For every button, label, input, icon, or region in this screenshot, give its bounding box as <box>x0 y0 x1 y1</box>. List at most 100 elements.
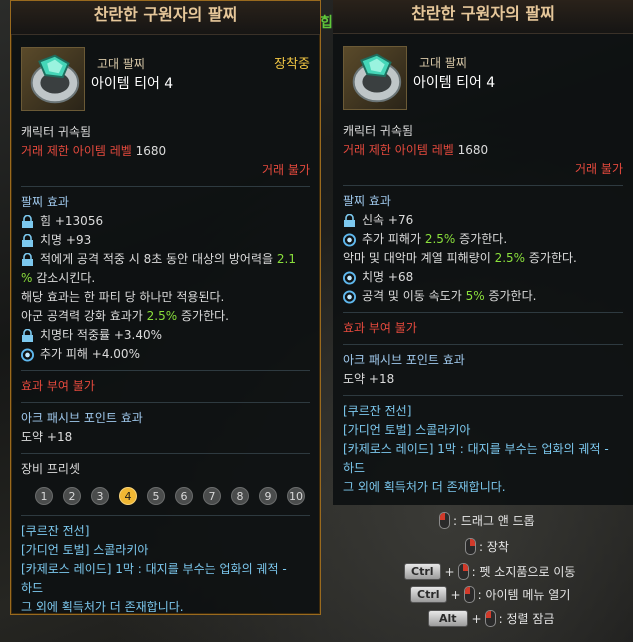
ctrl-key-icon: Ctrl <box>404 563 441 580</box>
item-level-value: 1680 <box>457 143 489 157</box>
item-level-line: 거래 제한 아이템 레벨 1680 <box>21 142 310 161</box>
ark-value: 도약 +18 <box>21 430 73 444</box>
alt-key-icon: Alt <box>428 610 468 627</box>
hint-menu-open: Ctrl + : 아이템 메뉴 열기 <box>406 586 570 603</box>
hint-equip: : 장착 <box>462 538 509 555</box>
effect-row: 힘 +13056 <box>21 212 310 231</box>
trade-status: 거래 불가 <box>575 162 623 176</box>
divider <box>21 186 310 187</box>
no-grant: 효과 부여 불가 <box>343 321 417 335</box>
preset-button[interactable]: 7 <box>203 487 221 505</box>
effect-text: 공격 및 이동 속도가 5% 증가한다. <box>362 289 537 303</box>
effect-text: 적에게 공격 적중 시 8초 동안 대상의 방어력을 2.1 <box>40 252 296 266</box>
bound-text: 캐릭터 귀속됨 <box>21 125 92 139</box>
item-level-value: 1680 <box>135 144 167 158</box>
item-tier: 아이템 티어 4 <box>413 75 496 91</box>
divider <box>21 370 310 371</box>
mouse-left-icon <box>439 512 450 529</box>
source-more: 그 외에 획득처가 더 존재합니다. <box>21 600 184 614</box>
item-grade: 고대 팔찌 <box>97 57 145 71</box>
effect-text: 악마 및 대악마 계열 피해량이 2.5% 증가한다. <box>343 251 577 265</box>
mouse-left-icon <box>484 610 496 627</box>
preset-button[interactable]: 9 <box>259 487 277 505</box>
source-item: [쿠르잔 전선] <box>21 524 90 538</box>
hint-drag: : 드래그 앤 드롭 <box>436 512 535 529</box>
ark-value: 도약 +18 <box>343 372 395 386</box>
swirl-icon <box>343 271 356 284</box>
item-level-label: 거래 제한 아이템 레벨 <box>343 143 454 157</box>
source-item: [가디언 토벌] 스콜라키아 <box>343 423 471 437</box>
item-tooltip-compare: 찬란한 구원자의 팔찌 고대 팔찌 아이템 티어 4 캐릭터 귀속됨 거래 제한… <box>333 0 633 505</box>
lock-icon <box>22 328 33 342</box>
divider <box>343 344 623 345</box>
effect-text: 추가 피해 +4.00% <box>40 347 140 361</box>
swirl-icon <box>343 233 356 246</box>
preset-button[interactable]: 2 <box>63 487 81 505</box>
effect-text: 힘 +13056 <box>40 214 104 228</box>
effect-header: 팔찌 효과 <box>343 194 391 208</box>
effect-text: 치명 +68 <box>362 270 414 284</box>
ctrl-key-icon: Ctrl <box>410 586 447 603</box>
source-item: [카제로스 레이드] 1막 : 대지를 부수는 업화의 궤적 - <box>21 562 287 576</box>
item-level-line: 거래 제한 아이템 레벨 1680 <box>343 141 623 160</box>
effect-row: 추가 피해 +4.00% <box>21 345 310 364</box>
no-grant: 효과 부여 불가 <box>21 379 95 393</box>
effect-text: 치명 +93 <box>40 233 92 247</box>
effect-row: 적에게 공격 적중 시 8초 동안 대상의 방어력을 2.1 <box>21 250 310 269</box>
source-item: [가디언 토벌] 스콜라키아 <box>21 543 149 557</box>
preset-label: 장비 프리셋 <box>21 462 81 476</box>
lock-icon <box>344 213 355 227</box>
swirl-icon <box>21 348 34 361</box>
effect-text-cont: % 감소시킨다. <box>21 271 96 285</box>
item-header: 고대 팔찌 아이템 티어 4 장착중 <box>19 43 312 115</box>
divider <box>343 312 623 313</box>
divider <box>21 402 310 403</box>
item-header: 고대 팔찌 아이템 티어 4 <box>341 42 625 114</box>
effect-row: 공격 및 이동 속도가 5% 증가한다. <box>343 287 623 306</box>
ally-effect: 아군 공격력 강화 효과가 2.5% 증가한다. <box>21 309 229 323</box>
preset-button[interactable]: 10 <box>287 487 305 505</box>
effect-row: 치명 +93 <box>21 231 310 250</box>
preset-button-active[interactable]: 4 <box>119 487 137 505</box>
source-item: [카제로스 레이드] 1막 : 대지를 부수는 업화의 궤적 - <box>343 442 609 456</box>
effect-text: 추가 피해가 2.5% 증가한다. <box>362 232 508 246</box>
bound-text: 캐릭터 귀속됨 <box>343 124 414 138</box>
ark-header: 아크 패시브 포인트 효과 <box>343 353 465 367</box>
preset-button[interactable]: 8 <box>231 487 249 505</box>
item-level-label: 거래 제한 아이템 레벨 <box>21 144 132 158</box>
equipped-badge: 장착중 <box>274 57 310 72</box>
item-tooltip-equipped: 찬란한 구원자의 팔찌 고대 팔찌 아이템 티어 4 장착중 캐릭터 귀속됨 거… <box>10 0 321 615</box>
effect-text: 치명타 적중률 +3.40% <box>40 328 163 342</box>
source-item: [쿠르잔 전선] <box>343 404 412 418</box>
effect-text: 신속 +76 <box>362 213 414 227</box>
trade-status: 거래 불가 <box>262 163 310 177</box>
hint-pet-move: Ctrl + : 펫 소지품으로 이동 <box>400 563 575 580</box>
mouse-left-icon <box>463 586 475 603</box>
lock-icon <box>22 252 33 266</box>
effect-row: 추가 피해가 2.5% 증가한다. <box>343 230 623 249</box>
preset-button[interactable]: 1 <box>35 487 53 505</box>
divider <box>21 515 310 516</box>
swirl-icon <box>343 290 356 303</box>
bracelet-icon <box>21 47 85 111</box>
preset-button[interactable]: 6 <box>175 487 193 505</box>
source-more: 그 외에 획득처가 더 존재합니다. <box>343 480 506 494</box>
divider <box>343 395 623 396</box>
preset-list: 1 2 3 4 5 6 7 8 9 10 <box>35 487 310 505</box>
lock-icon <box>22 214 33 228</box>
divider <box>21 453 310 454</box>
effect-row: 치명 +68 <box>343 268 623 287</box>
party-note: 해당 효과는 한 파티 당 하나만 적용된다. <box>21 290 225 304</box>
preset-button[interactable]: 3 <box>91 487 109 505</box>
item-grade: 고대 팔찌 <box>419 56 467 70</box>
effect-header: 팔찌 효과 <box>21 195 69 209</box>
preset-button[interactable]: 5 <box>147 487 165 505</box>
item-tier: 아이템 티어 4 <box>91 76 174 92</box>
item-title: 찬란한 구원자의 팔찌 <box>11 1 320 35</box>
effect-row: 치명타 적중률 +3.40% <box>21 326 310 345</box>
ark-header: 아크 패시브 포인트 효과 <box>21 411 143 425</box>
source-item: 하드 <box>343 461 366 475</box>
effect-row: 신속 +76 <box>343 211 623 230</box>
source-item: 하드 <box>21 581 44 595</box>
divider <box>343 185 623 186</box>
